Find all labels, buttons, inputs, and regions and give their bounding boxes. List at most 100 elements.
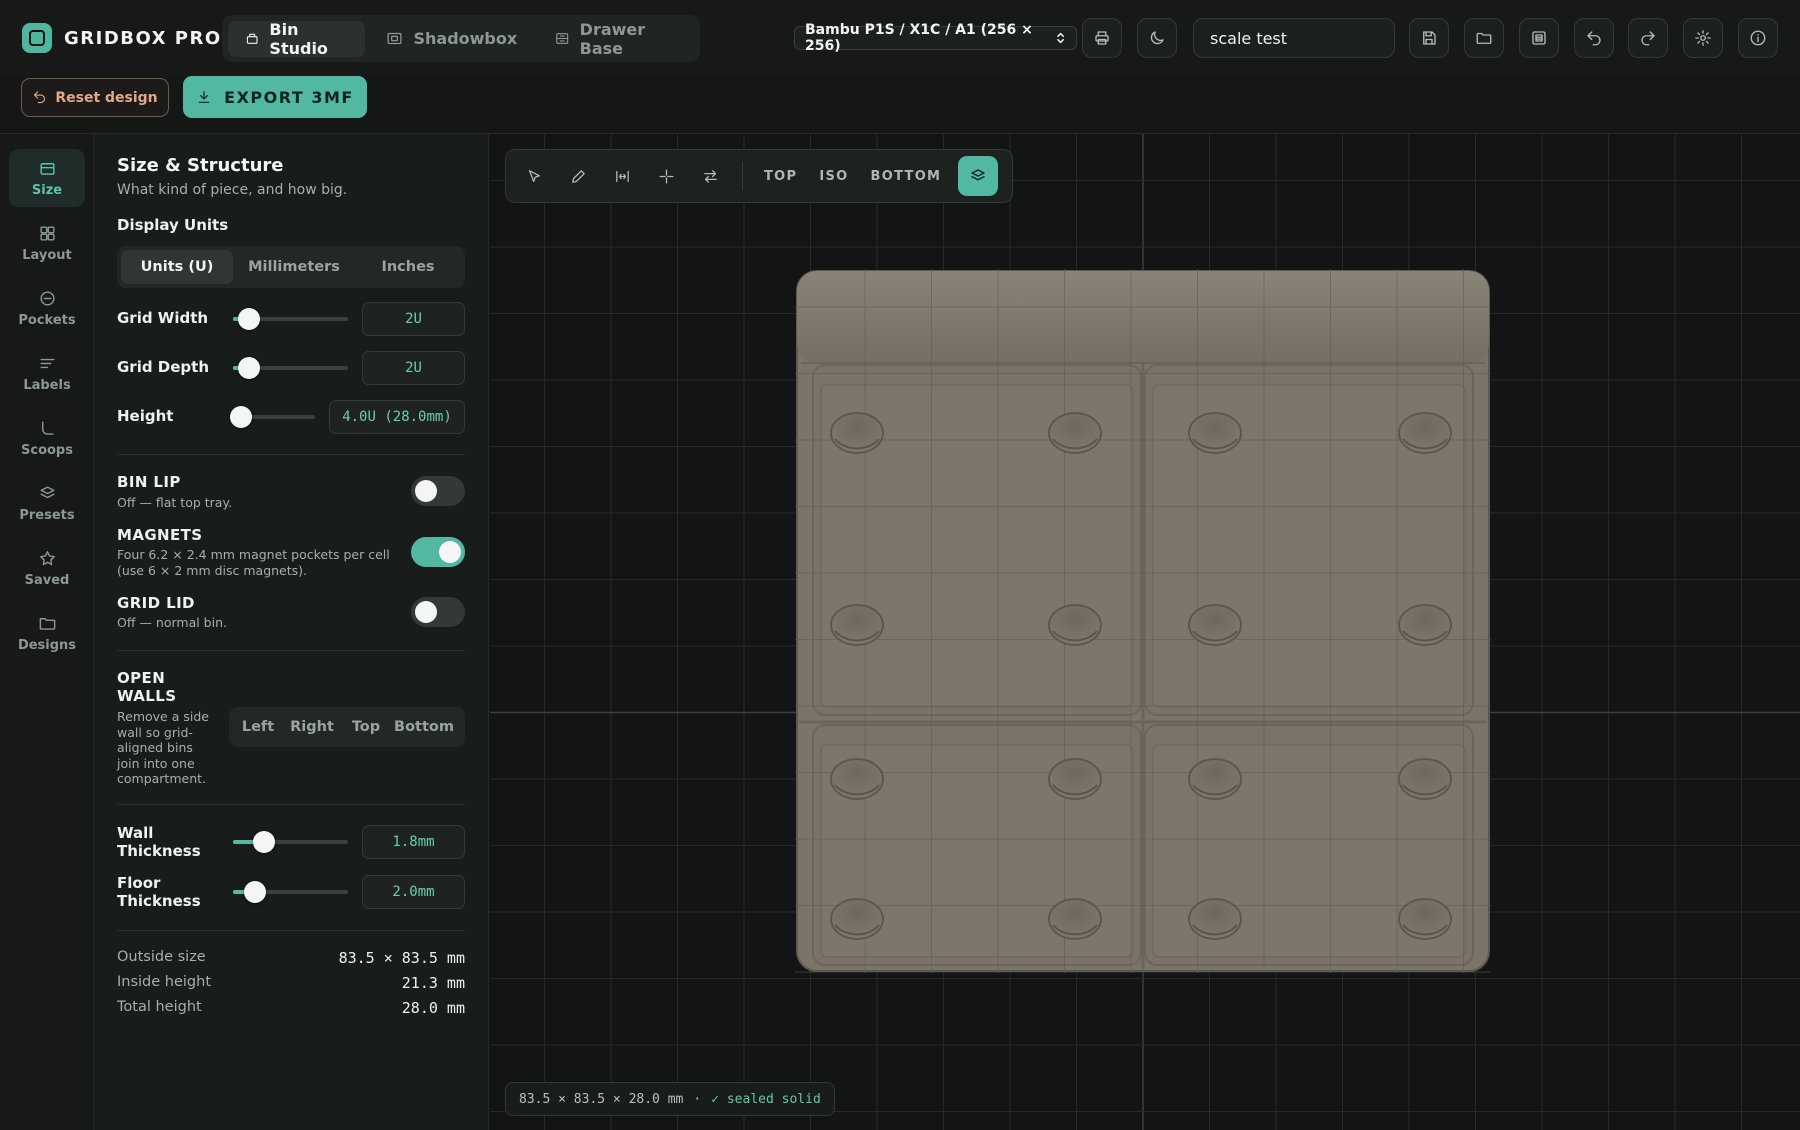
- nav-item-labels[interactable]: Labels: [9, 344, 85, 402]
- stat-label-total-height: Total height: [117, 999, 202, 1015]
- reset-design-label: Reset design: [55, 89, 158, 106]
- labels-icon: [39, 358, 55, 368]
- viewport-toolbar: TOP ISO BOTTOM: [505, 149, 1013, 203]
- nav-item-presets[interactable]: Presets: [9, 474, 85, 532]
- open-walls-label: OPEN WALLS: [117, 669, 177, 705]
- nav-label: Size: [31, 182, 63, 198]
- settings-button[interactable]: [1683, 18, 1723, 58]
- save-button[interactable]: [1409, 18, 1449, 58]
- slider-thumb[interactable]: [243, 881, 266, 903]
- height-value[interactable]: 4.0U (28.0mm): [329, 400, 465, 434]
- nav-item-designs[interactable]: Designs: [9, 604, 85, 662]
- printer-icon: [1095, 31, 1109, 45]
- wall-thickness-value[interactable]: 1.8mm: [362, 825, 465, 859]
- view-iso-button[interactable]: ISO: [808, 156, 859, 196]
- open-button[interactable]: [1464, 18, 1504, 58]
- magnets-desc: Four 6.2 × 2.4 mm magnet pockets per cel…: [117, 547, 390, 578]
- printer-select[interactable]: Bambu P1S / X1C / A1 (256 × 256): [794, 22, 1077, 54]
- top-bar: GRIDBOX PRO Bin Studio Shadowbox Drawer …: [0, 0, 1800, 76]
- view-top-button[interactable]: TOP: [753, 156, 808, 196]
- tab-shadowbox[interactable]: Shadowbox: [369, 21, 534, 57]
- export-3mf-button[interactable]: EXPORT 3MF: [183, 76, 367, 118]
- library-icon: [1532, 31, 1546, 45]
- grid-lid-toggle[interactable]: [411, 597, 465, 627]
- display-units-label: Display Units: [117, 216, 229, 234]
- bin-cells: [799, 363, 1487, 969]
- bin-lip-label: BIN LIP: [117, 473, 181, 491]
- slider-thumb[interactable]: [253, 831, 276, 853]
- app-logo-icon: [22, 23, 52, 53]
- magnets-toggle[interactable]: [411, 537, 465, 567]
- panel-subtitle: What kind of piece, and how big.: [117, 182, 348, 198]
- open-wall-top[interactable]: Top: [343, 711, 389, 743]
- units-option-in[interactable]: Inches: [355, 250, 461, 284]
- swap-tool[interactable]: [688, 156, 732, 196]
- height-slider[interactable]: [230, 406, 315, 428]
- info-button[interactable]: [1738, 18, 1778, 58]
- library-button[interactable]: [1519, 18, 1559, 58]
- size-icon: [39, 162, 55, 175]
- select-arrow-icon: [528, 169, 540, 182]
- nav-item-pockets[interactable]: Pockets: [9, 279, 85, 337]
- nav-item-size[interactable]: Size: [9, 149, 85, 207]
- select-tool[interactable]: [512, 156, 556, 196]
- open-wall-bottom[interactable]: Bottom: [389, 711, 459, 743]
- grid-depth-slider[interactable]: [233, 357, 348, 379]
- grid-width-slider[interactable]: [233, 308, 348, 330]
- view-bottom-button[interactable]: BOTTOM: [860, 156, 953, 196]
- tab-bin-studio[interactable]: Bin Studio: [228, 20, 366, 58]
- pencil-icon: [571, 169, 585, 183]
- open-wall-right[interactable]: Right: [281, 711, 343, 743]
- nav-item-layout[interactable]: Layout: [9, 214, 85, 272]
- magnet-pocket: [1188, 758, 1242, 800]
- nav-item-scoops[interactable]: Scoops: [9, 409, 85, 467]
- stat-label-outside-size: Outside size: [117, 949, 206, 965]
- grid-width-label: Grid Width: [117, 309, 209, 327]
- design-name-input[interactable]: [1193, 18, 1395, 58]
- nav-label: Presets: [19, 507, 75, 523]
- units-option-mm[interactable]: Millimeters: [233, 250, 355, 284]
- download-icon: [198, 91, 210, 103]
- layers-toggle-button[interactable]: [958, 156, 999, 196]
- section-divider: [117, 804, 465, 805]
- draw-tool[interactable]: [556, 156, 600, 196]
- grid-width-value[interactable]: 2U: [362, 302, 465, 336]
- floor-thickness-value[interactable]: 2.0mm: [362, 875, 465, 909]
- measure-tool[interactable]: [600, 156, 644, 196]
- select-chevron-icon: [1057, 32, 1064, 44]
- brand: GRIDBOX PRO: [22, 23, 222, 53]
- toggle-knob: [415, 480, 437, 502]
- tab-drawer-base[interactable]: Drawer Base: [538, 19, 694, 58]
- undo-button[interactable]: [1574, 18, 1614, 58]
- nav-label: Scoops: [21, 442, 73, 458]
- redo-button[interactable]: [1628, 18, 1668, 58]
- center-tool[interactable]: [644, 156, 688, 196]
- image-frame-icon: [387, 32, 402, 45]
- bin-lip-toggle[interactable]: [411, 476, 465, 506]
- open-wall-left[interactable]: Left: [235, 711, 281, 743]
- theme-toggle-button[interactable]: [1137, 18, 1177, 58]
- tab-label: Drawer Base: [579, 19, 646, 58]
- reset-icon: [34, 91, 46, 104]
- grid-depth-value[interactable]: 2U: [362, 351, 465, 385]
- slider-thumb[interactable]: [238, 357, 261, 379]
- slider-thumb[interactable]: [238, 308, 261, 330]
- magnet-pocket: [1188, 412, 1242, 454]
- height-label: Height: [117, 407, 174, 425]
- save-icon: [1423, 31, 1436, 45]
- wall-thickness-label: Wall Thickness: [117, 824, 201, 860]
- floor-thickness-slider[interactable]: [233, 881, 348, 903]
- magnet-pocket: [1398, 758, 1452, 800]
- print-button[interactable]: [1082, 18, 1122, 58]
- units-option-u[interactable]: Units (U): [121, 250, 233, 284]
- bin-lip-desc: Off — flat top tray.: [117, 495, 233, 510]
- app-name: GRIDBOX PRO: [64, 27, 222, 49]
- magnet-pocket: [1048, 758, 1102, 800]
- wall-thickness-slider[interactable]: [233, 831, 348, 853]
- nav-label: Layout: [22, 247, 72, 263]
- reset-design-button[interactable]: Reset design: [21, 78, 169, 117]
- 3d-viewport[interactable]: TOP ISO BOTTOM 83.5 × 83.5 × 28.0 mm · ✓…: [490, 134, 1800, 1130]
- slider-thumb[interactable]: [230, 406, 253, 428]
- nav-item-saved[interactable]: Saved: [9, 539, 85, 597]
- bin-model[interactable]: [795, 269, 1491, 973]
